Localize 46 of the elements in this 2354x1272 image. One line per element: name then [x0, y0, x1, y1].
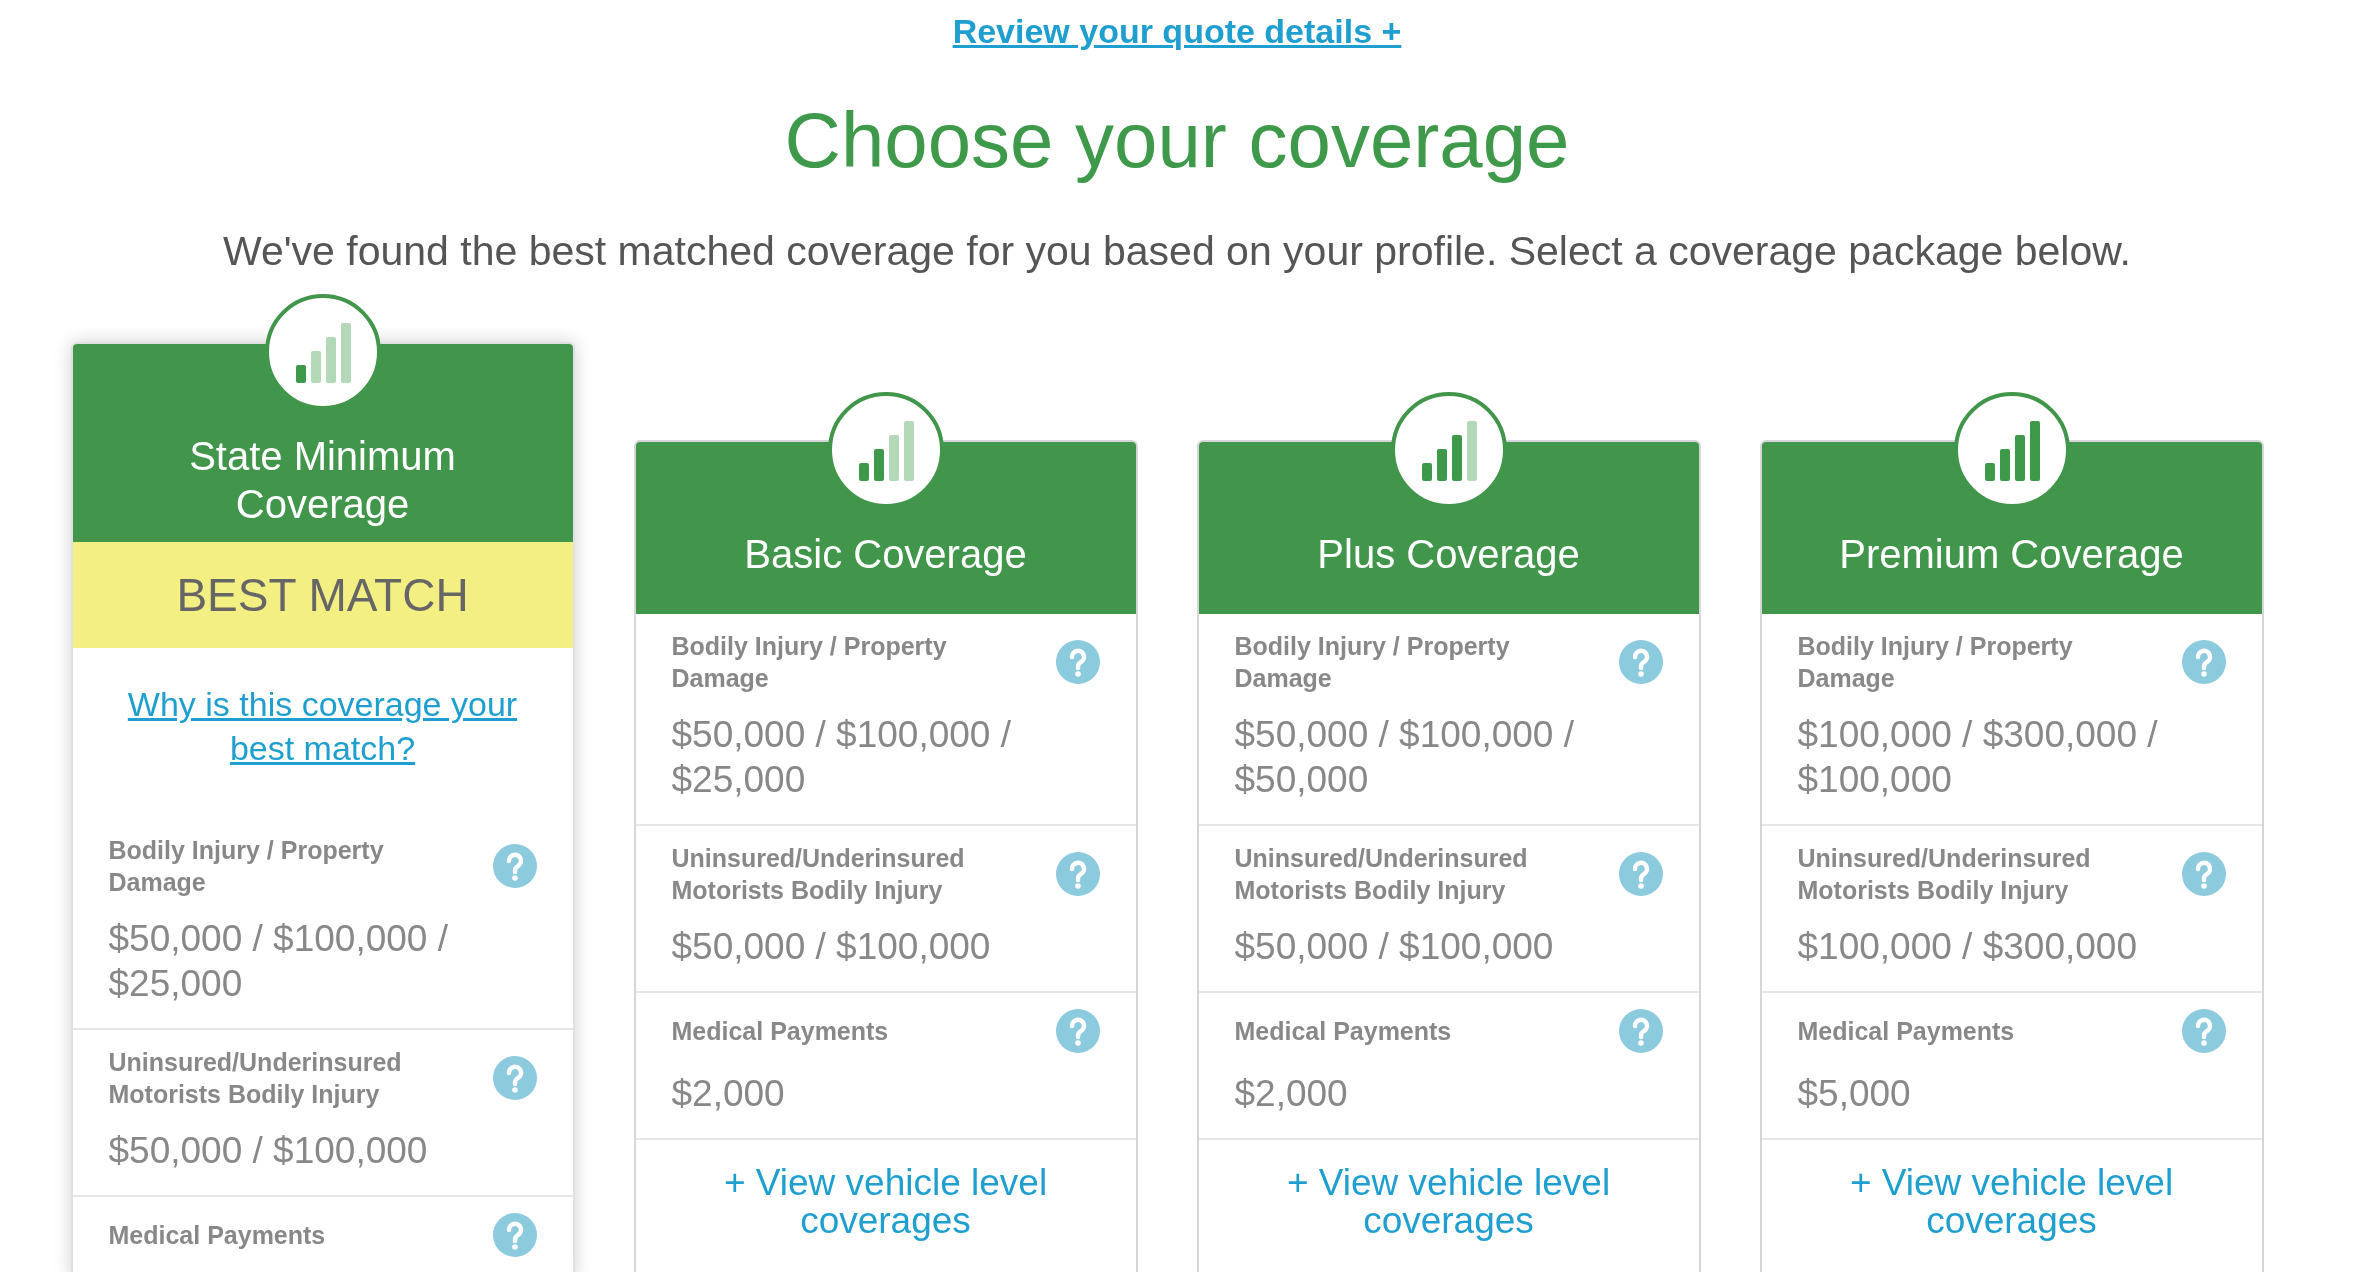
- help-icon[interactable]: [1618, 640, 1663, 684]
- vehicle-coverages-link[interactable]: + View vehicle level coverages: [1801, 1164, 2222, 1240]
- help-icon[interactable]: [492, 1213, 537, 1257]
- coverage-value: $50,000 / $100,000: [108, 1129, 429, 1173]
- coverage-label: Bodily Injury / Property Damage: [1797, 631, 2074, 694]
- help-icon[interactable]: [1055, 1009, 1100, 1053]
- coverage-label: Medical Payments: [1234, 1016, 1452, 1047]
- coverage-value: $50,000 / $100,000: [1234, 925, 1555, 969]
- coverage-label: Medical Payments: [671, 1016, 889, 1047]
- coverage-label: Bodily Injury / Property Damage: [671, 631, 948, 694]
- package-name: Premium Coverage: [1838, 531, 2185, 578]
- coverage-label: Uninsured/Underinsured Motorists Bodily Injury: [1234, 843, 1529, 906]
- coverage-value: $100,000 / $300,000: [1797, 925, 2138, 969]
- coverage-label: Uninsured/Underinsured Motorists Bodily Injury: [671, 843, 966, 906]
- help-icon[interactable]: [492, 844, 537, 888]
- help-icon[interactable]: [1055, 852, 1100, 896]
- help-icon[interactable]: [2181, 1009, 2226, 1053]
- help-icon[interactable]: [1618, 852, 1663, 896]
- help-icon[interactable]: [2181, 640, 2226, 684]
- help-icon[interactable]: [492, 1056, 537, 1100]
- package-name: State Minimum Coverage: [188, 433, 457, 528]
- best-match-banner: BEST MATCH: [72, 542, 573, 648]
- coverage-value: $5,000: [1797, 1072, 1912, 1116]
- help-icon[interactable]: [1618, 1009, 1663, 1053]
- page-subtitle: We've found the best matched coverage for you based on your profile. Select a coverage package below.: [223, 231, 2131, 272]
- coverage-value: $50,000 / $100,000 / $25,000: [108, 917, 449, 1006]
- coverage-label: Medical Payments: [1797, 1016, 2015, 1047]
- review-quote-link[interactable]: Review your quote details +: [952, 12, 1402, 50]
- coverage-value: $100,000 / $300,000 / $100,000: [1797, 713, 2159, 802]
- package-name: Plus Coverage: [1316, 531, 1581, 578]
- coverage-label: Uninsured/Underinsured Motorists Bodily Injury: [108, 1047, 403, 1110]
- coverage-value: $2,000: [1234, 1072, 1349, 1116]
- coverage-value: $50,000 / $100,000: [671, 925, 992, 969]
- coverage-label: Bodily Injury / Property Damage: [1234, 631, 1511, 694]
- coverage-label: Medical Payments: [108, 1220, 326, 1251]
- coverage-label: Uninsured/Underinsured Motorists Bodily Injury: [1797, 843, 2092, 906]
- best-match-link[interactable]: Why is this coverage your best match?: [112, 682, 533, 770]
- help-icon[interactable]: [2181, 852, 2226, 896]
- coverage-value: $50,000 / $100,000 / $50,000: [1234, 713, 1575, 802]
- coverage-value: $2,000: [671, 1072, 786, 1116]
- package-name: Basic Coverage: [743, 531, 1028, 578]
- vehicle-coverages-link[interactable]: + View vehicle level coverages: [675, 1164, 1096, 1240]
- vehicle-coverages-link[interactable]: + View vehicle level coverages: [1238, 1164, 1659, 1240]
- coverage-label: Bodily Injury / Property Damage: [108, 835, 385, 898]
- help-icon[interactable]: [1055, 640, 1100, 684]
- coverage-value: $50,000 / $100,000 / $25,000: [671, 713, 1012, 802]
